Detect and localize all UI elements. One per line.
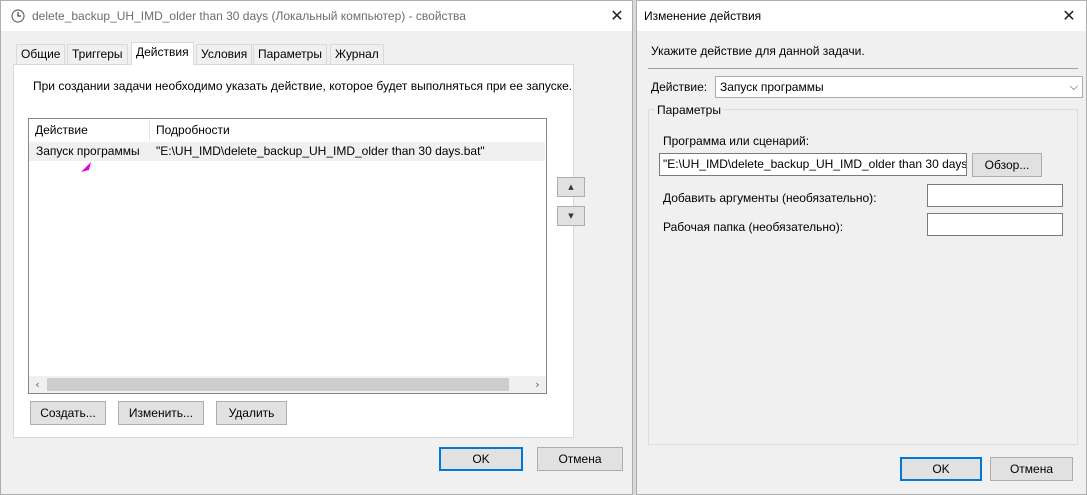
chevron-down-icon[interactable]: ⌵ <box>1070 77 1078 97</box>
arguments-field[interactable] <box>927 184 1063 207</box>
row-details-cell: "E:\UH_IMD\delete_backup_UH_IMD_older th… <box>156 144 485 158</box>
program-label: Программа или сценарий: <box>663 134 810 148</box>
action-prompt: Укажите действие для данной задачи. <box>651 44 865 58</box>
create-button[interactable]: Создать... <box>30 401 106 425</box>
parameters-group-label: Параметры <box>654 103 724 117</box>
browse-button[interactable]: Обзор... <box>972 153 1042 177</box>
tab-actions[interactable]: Действия <box>131 42 194 65</box>
scroll-left-icon[interactable]: ‹ <box>29 376 46 393</box>
ok-button[interactable]: OK <box>900 457 982 481</box>
arguments-label: Добавить аргументы (необязательно): <box>663 191 877 205</box>
close-icon[interactable]: ✕ <box>1058 5 1080 27</box>
window-title: Изменение действия <box>644 9 762 23</box>
column-header-details[interactable]: Подробности <box>150 119 547 141</box>
cancel-button[interactable]: Отмена <box>537 447 623 471</box>
actions-description: При создании задачи необходимо указать д… <box>33 79 573 93</box>
action-select[interactable]: Запуск программы ⌵ <box>715 76 1083 98</box>
scroll-right-icon[interactable]: › <box>529 376 546 393</box>
program-field[interactable]: "E:\UH_IMD\delete_backup_UH_IMD_older th… <box>659 153 967 176</box>
move-up-button[interactable]: ▲ <box>557 177 585 197</box>
row-action-cell: Запуск программы <box>36 144 140 158</box>
title-bar[interactable]: delete_backup_UH_IMD_older than 30 days … <box>1 1 632 31</box>
window-title: delete_backup_UH_IMD_older than 30 days … <box>32 9 466 23</box>
annotation-arrow-icon <box>81 162 91 172</box>
action-label: Действие: <box>651 80 708 94</box>
scrollbar-thumb[interactable] <box>47 378 509 391</box>
close-icon[interactable]: ✕ <box>606 5 628 27</box>
column-header-action[interactable]: Действие <box>29 119 150 141</box>
ok-button[interactable]: OK <box>439 447 523 471</box>
working-folder-label: Рабочая папка (необязательно): <box>663 220 844 234</box>
working-folder-field[interactable] <box>927 213 1063 236</box>
horizontal-scrollbar[interactable]: ‹ › <box>29 376 546 393</box>
task-properties-window: delete_backup_UH_IMD_older than 30 days … <box>0 0 633 495</box>
action-select-value: Запуск программы <box>720 80 824 94</box>
tab-history[interactable]: Журнал <box>330 44 384 64</box>
task-scheduler-icon <box>11 9 25 23</box>
tab-conditions[interactable]: Условия <box>196 44 253 64</box>
actions-list[interactable]: Действие Подробности Запуск программы "E… <box>28 118 547 394</box>
cancel-button[interactable]: Отмена <box>990 457 1073 481</box>
move-down-button[interactable]: ▼ <box>557 206 585 226</box>
tab-settings[interactable]: Параметры <box>253 44 327 64</box>
tab-general[interactable]: Общие <box>16 44 66 64</box>
delete-button[interactable]: Удалить <box>216 401 287 425</box>
divider <box>648 68 1078 69</box>
table-row[interactable]: Запуск программы "E:\UH_IMD\delete_backu… <box>29 142 545 161</box>
tab-triggers[interactable]: Триггеры <box>67 44 128 64</box>
edit-button[interactable]: Изменить... <box>118 401 204 425</box>
title-bar[interactable]: Изменение действия ✕ <box>637 1 1086 31</box>
edit-action-window: Изменение действия ✕ Укажите действие дл… <box>636 0 1087 495</box>
